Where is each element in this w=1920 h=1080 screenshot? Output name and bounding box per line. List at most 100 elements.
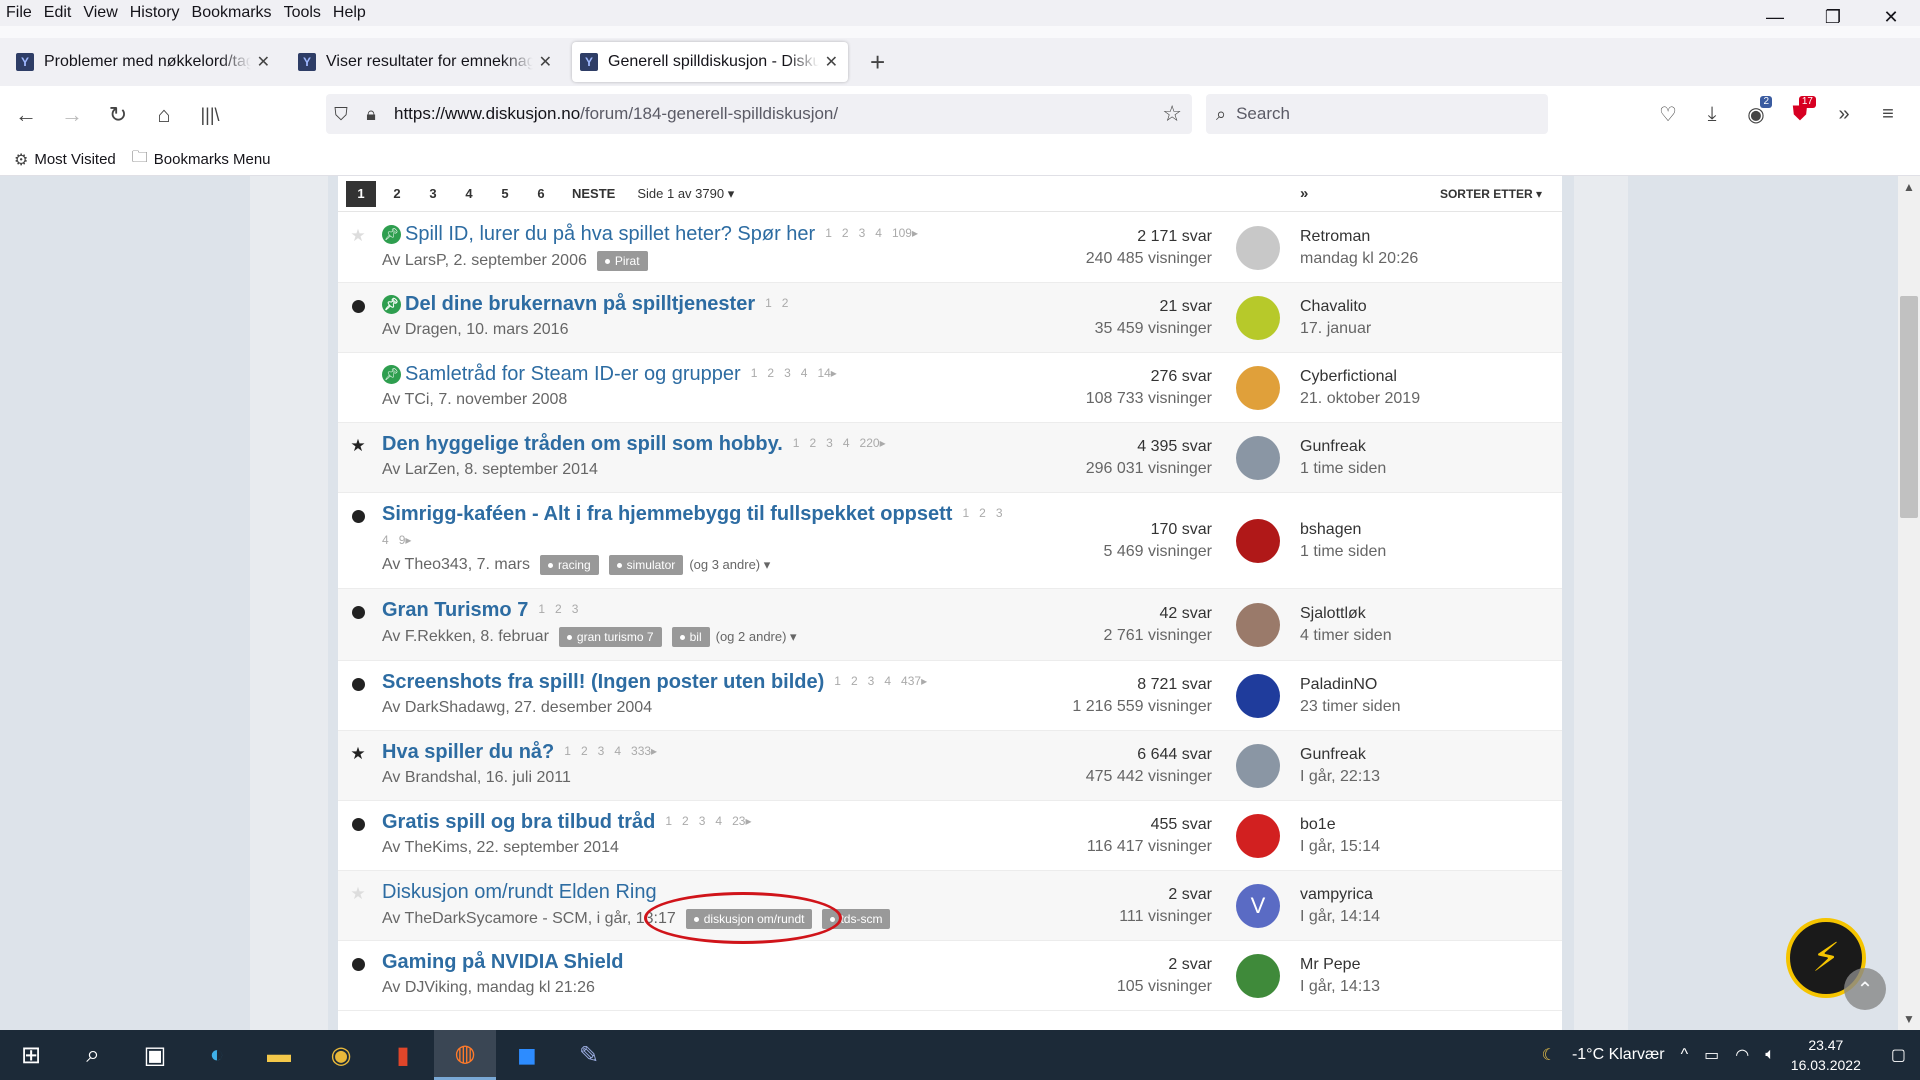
last-post-user[interactable]: bo1e [1300, 814, 1380, 836]
topic-page-link[interactable]: 9▸ [399, 533, 412, 547]
topic-title-link[interactable]: Hva spiller du nå? [382, 741, 554, 763]
last-post-user[interactable]: Cyberfictional [1300, 366, 1420, 388]
topic-page-link[interactable]: 333▸ [631, 744, 657, 758]
scroll-up-icon[interactable]: ▲ [1898, 180, 1920, 194]
menu-tools[interactable]: Tools [278, 4, 327, 22]
download-icon[interactable]: ⤓ [1690, 94, 1734, 134]
restore-button[interactable]: ❐ [1804, 0, 1862, 34]
topic-page-link[interactable]: 4 [884, 674, 891, 688]
page-5[interactable]: 5 [490, 181, 520, 207]
menu-help[interactable]: Help [327, 4, 372, 22]
menu-view[interactable]: View [77, 4, 123, 22]
app-menu-icon[interactable]: ≡ [1866, 94, 1910, 134]
unread-dot-icon[interactable] [350, 956, 366, 972]
last-post-time[interactable]: I går, 14:13 [1300, 976, 1380, 998]
url-bar[interactable]: ⛉ 🔒︎ https://www.diskusjon.no/forum/184-… [326, 94, 1192, 134]
avatar[interactable] [1236, 744, 1280, 788]
containers-extension-icon[interactable]: ◉ 2 [1734, 94, 1778, 134]
close-tab-icon[interactable]: ✕ [539, 52, 552, 72]
home-button[interactable]: ⌂ [144, 95, 184, 135]
topic-page-link[interactable]: 2 [851, 674, 858, 688]
topic-page-link[interactable]: 1 [665, 814, 672, 828]
follow-star-icon[interactable]: ★ [350, 226, 366, 245]
wifi-icon[interactable]: ◠ [1735, 1045, 1749, 1065]
page-6[interactable]: 6 [526, 181, 556, 207]
clock[interactable]: 23.47 16.03.2022 [1791, 1035, 1861, 1075]
unread-dot-icon[interactable] [350, 508, 366, 524]
topic-title-link[interactable]: Samletråd for Steam ID-er og grupper [405, 363, 741, 385]
avatar[interactable] [1236, 226, 1280, 270]
topic-title-link[interactable]: Screenshots fra spill! (Ingen poster ute… [382, 671, 824, 693]
topic-page-link[interactable]: 220▸ [860, 436, 886, 450]
overflow-chevron-icon[interactable]: » [1822, 94, 1866, 134]
topic-tag[interactable]: bil [671, 627, 710, 647]
unread-dot-icon[interactable] [350, 676, 366, 692]
sort-dropdown[interactable]: SORTER ETTER ▾ [1440, 187, 1542, 201]
topic-page-link[interactable]: 3 [784, 366, 791, 380]
battery-icon[interactable]: ▭ [1704, 1045, 1719, 1065]
topic-page-link[interactable]: 109▸ [892, 226, 918, 240]
menu-file[interactable]: File [0, 4, 38, 22]
tab-2[interactable]: Y Viser resultater for emneknagger ✕ [290, 42, 562, 82]
follow-star-icon[interactable]: ★ [350, 436, 366, 455]
topic-title-link[interactable]: Gran Turismo 7 [382, 599, 528, 621]
topic-page-link[interactable]: 3 [868, 674, 875, 688]
topic-title-link[interactable]: Spill ID, lurer du på hva spillet heter?… [405, 223, 815, 245]
volume-icon[interactable]: 🔈︎ [1765, 1046, 1775, 1064]
avatar[interactable] [1236, 436, 1280, 480]
last-post-time[interactable]: 17. januar [1300, 318, 1371, 340]
topic-page-link[interactable]: 3 [572, 602, 579, 616]
last-post-time[interactable]: 1 time siden [1300, 458, 1386, 480]
last-post-time[interactable]: 4 timer siden [1300, 625, 1392, 647]
tab-3-active[interactable]: Y Generell spilldiskusjon - Diskusjon.no… [572, 42, 848, 82]
topic-page-link[interactable]: 1 [751, 366, 758, 380]
topic-page-link[interactable]: 4 [801, 366, 808, 380]
avatar[interactable] [1236, 954, 1280, 998]
page-4[interactable]: 4 [454, 181, 484, 207]
page-2[interactable]: 2 [382, 181, 412, 207]
topic-title-link[interactable]: Diskusjon om/rundt Elden Ring [382, 881, 657, 903]
follow-star-icon[interactable]: ★ [350, 744, 366, 763]
scroll-to-top-icon[interactable]: ⌃ [1844, 968, 1886, 1010]
chrome-icon[interactable]: ◉ [310, 1030, 372, 1080]
last-post-user[interactable]: Sjalottløk [1300, 603, 1392, 625]
follow-star-icon[interactable]: ★ [350, 884, 366, 903]
scroll-thumb[interactable] [1900, 296, 1918, 518]
topic-title-link[interactable]: Simrigg-kaféen - Alt i fra hjemmebygg ti… [382, 503, 952, 525]
lock-icon[interactable]: 🔒︎ [356, 104, 386, 125]
back-button[interactable]: ← [6, 95, 46, 135]
topic-title-link[interactable]: Gaming på NVIDIA Shield [382, 951, 624, 973]
firefox-icon[interactable]: ◍ [434, 1030, 496, 1080]
edge-icon[interactable]: ◐ [186, 1030, 248, 1080]
topic-page-link[interactable]: 4 [875, 226, 882, 240]
menu-bookmarks[interactable]: Bookmarks [186, 4, 278, 22]
avatar[interactable]: V [1236, 884, 1280, 928]
last-post-time[interactable]: I går, 15:14 [1300, 836, 1380, 858]
last-post-user[interactable]: Gunfreak [1300, 744, 1380, 766]
menu-history[interactable]: History [124, 4, 186, 22]
topic-page-link[interactable]: 1 [538, 602, 545, 616]
library-button[interactable]: |||\ [190, 95, 230, 135]
topic-page-link[interactable]: 1 [962, 506, 969, 520]
page-scrollbar[interactable]: ▲ ▼ [1898, 176, 1920, 1030]
topic-page-link[interactable]: 3 [859, 226, 866, 240]
topic-page-link[interactable]: 2 [682, 814, 689, 828]
bookmark-menu[interactable]: 🗀 Bookmarks Menu [132, 146, 271, 173]
tray-chevron-icon[interactable]: ^ [1681, 1046, 1689, 1064]
topic-title-link[interactable]: Gratis spill og bra tilbud tråd [382, 811, 655, 833]
last-post-user[interactable]: Mr Pepe [1300, 954, 1380, 976]
topic-page-link[interactable]: 1 [834, 674, 841, 688]
avatar[interactable] [1236, 366, 1280, 410]
last-page-button[interactable]: » [1300, 183, 1308, 205]
topic-page-link[interactable]: 2 [782, 296, 789, 310]
search-bar[interactable]: ⌕ Search [1206, 94, 1548, 134]
avatar[interactable] [1236, 296, 1280, 340]
topic-page-link[interactable]: 437▸ [901, 674, 927, 688]
topic-page-link[interactable]: 4 [843, 436, 850, 450]
avatar[interactable] [1236, 603, 1280, 647]
close-tab-icon[interactable]: ✕ [825, 52, 838, 72]
last-post-user[interactable]: PaladinNO [1300, 674, 1401, 696]
topic-page-link[interactable]: 4 [382, 533, 389, 547]
topic-page-link[interactable]: 4 [715, 814, 722, 828]
avatar[interactable] [1236, 674, 1280, 718]
